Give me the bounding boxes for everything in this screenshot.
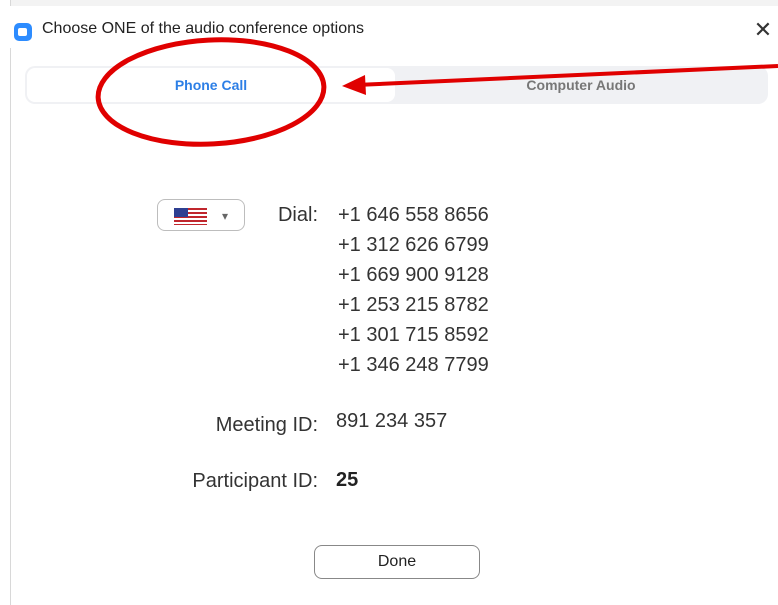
dialog-title: Choose ONE of the audio conference optio… [42,20,364,37]
participant-id-value: 25 [336,469,359,491]
dialog-title-bar: Choose ONE of the audio conference optio… [10,6,778,48]
dial-number-list: +1 646 558 8656 +1 312 626 6799 +1 669 9… [338,200,578,380]
dial-number: +1 253 215 8782 [338,294,489,316]
dial-number: +1 346 248 7799 [338,354,489,376]
chevron-down-icon: ▾ [222,209,229,223]
zoom-logo-icon [14,23,32,41]
tab-phone-call[interactable]: Phone Call [27,68,395,102]
dial-number: +1 669 900 9128 [338,264,489,286]
meeting-id-value: 891 234 357 [336,410,448,432]
dial-number: +1 301 715 8592 [338,324,489,346]
dial-label: Dial: [277,204,318,226]
dial-number: +1 646 558 8656 [338,204,489,226]
participant-id-label: Participant ID: [192,470,318,492]
window-left-edge [0,0,11,605]
us-flag-icon [174,208,207,225]
country-dropdown[interactable]: ▾ [157,199,245,231]
close-icon[interactable]: ✕ [749,16,777,44]
audio-option-tabs: Phone Call Computer Audio [25,66,768,104]
done-button[interactable]: Done [314,545,480,579]
meeting-id-label: Meeting ID: [215,414,318,436]
dial-number: +1 312 626 6799 [338,234,489,256]
tab-computer-audio[interactable]: Computer Audio [397,68,765,102]
